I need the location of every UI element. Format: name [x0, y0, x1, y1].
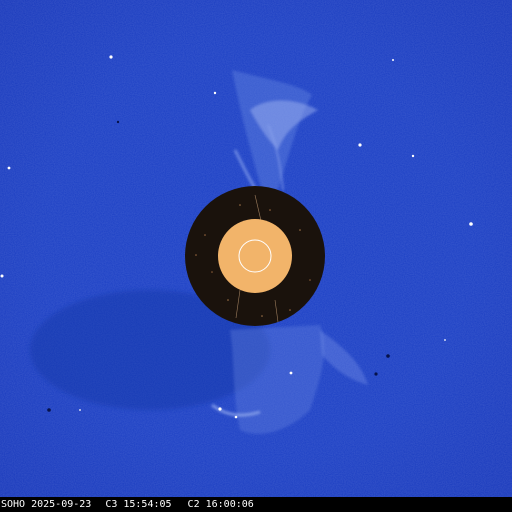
c3-time-label: C3 15:54:05	[105, 499, 172, 510]
date-label: 2025-09-23	[31, 499, 92, 510]
inner-occulter-disk	[218, 219, 292, 293]
observatory-label: SOHO	[1, 499, 26, 510]
caption-bar: SOHO 2025-09-23 C3 15:54:05 C2 16:00:06	[0, 497, 512, 512]
coronagraph-image	[0, 0, 512, 497]
c2-time-label: C2 16:00:06	[187, 499, 254, 510]
